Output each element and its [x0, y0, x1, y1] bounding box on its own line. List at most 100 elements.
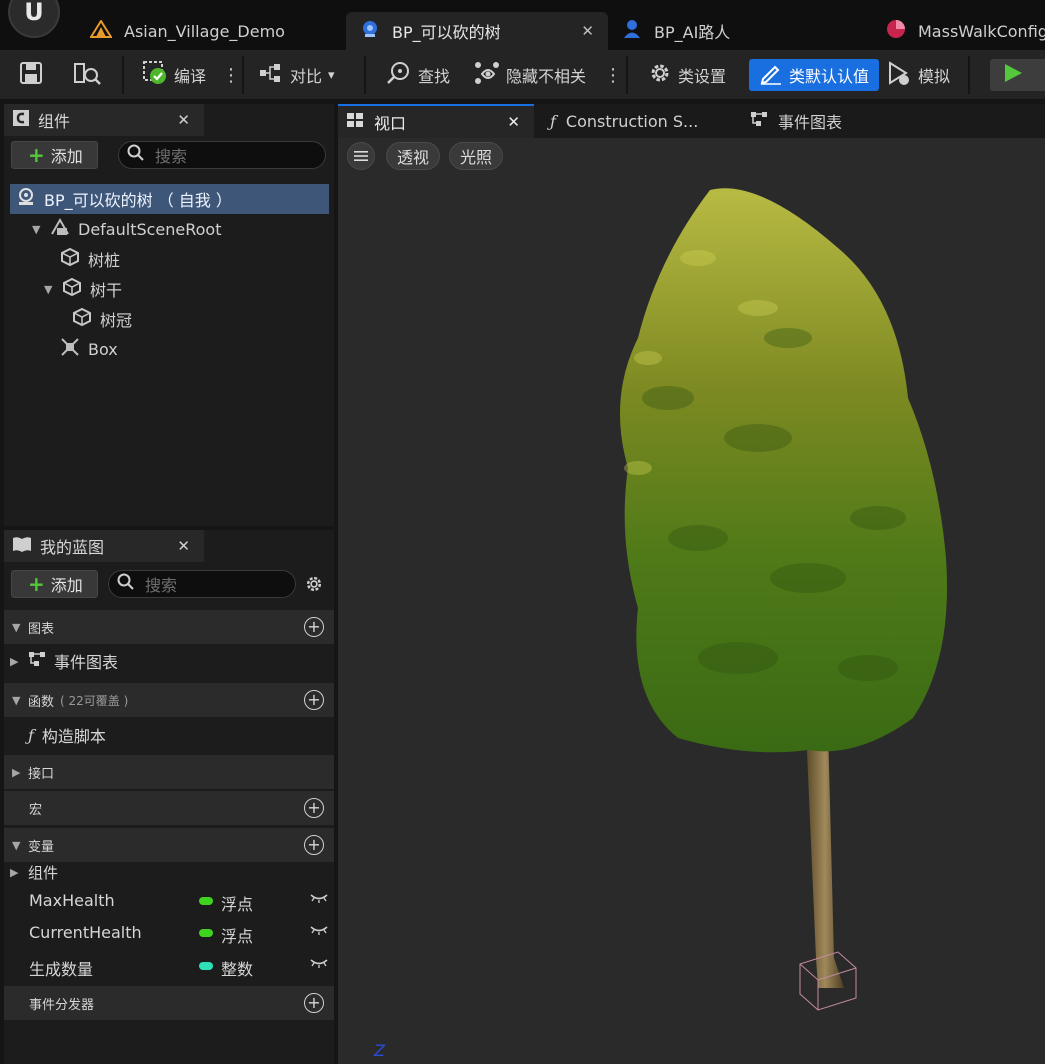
close-icon[interactable]: ✕ [507, 113, 520, 131]
tree-item-trunk[interactable]: ▼ 树干 [44, 274, 122, 304]
unreal-logo-icon[interactable]: U [8, 0, 60, 38]
hide-unrelated-button[interactable]: 隐藏不相关 [474, 59, 586, 91]
character-blueprint-icon [622, 19, 642, 43]
toolbar-separator [626, 56, 628, 94]
toolbar-separator [242, 56, 244, 94]
simulate-button[interactable]: 模拟 [886, 59, 950, 91]
gear-icon [648, 61, 672, 89]
tree-trunk [806, 728, 844, 988]
section-event-dispatchers[interactable]: 事件分发器 + [4, 986, 334, 1020]
compile-button[interactable]: 编译 [142, 59, 206, 91]
browse-button[interactable] [72, 59, 102, 91]
my-blueprint-search-input[interactable]: 搜索 [108, 570, 296, 598]
viewport[interactable]: 透视 光照 Z [338, 138, 1045, 1064]
tree-item-default-scene-root[interactable]: ▼ DefaultSceneRoot [32, 214, 222, 244]
item-label: 构造脚本 [41, 727, 106, 746]
visibility-closed-eye-icon[interactable] [310, 957, 328, 972]
collapse-arrow-icon: ▼ [12, 693, 21, 707]
section-label: 变量 [28, 839, 55, 855]
tree-item-box[interactable]: Box [60, 334, 118, 364]
float-type-pill-icon [199, 897, 213, 905]
box-collision-icon [60, 337, 80, 361]
tab-construction-script[interactable]: ƒ Construction S... [542, 104, 742, 138]
panel-title: 我的蓝图 [40, 538, 105, 557]
visibility-closed-eye-icon[interactable] [310, 924, 328, 939]
list-item-event-graph[interactable]: ▶ 事件图表 [4, 646, 334, 676]
save-button[interactable] [18, 59, 44, 91]
visibility-closed-eye-icon[interactable] [310, 892, 328, 907]
list-item-construction-script[interactable]: ƒ 构造脚本 [4, 720, 334, 750]
section-macros[interactable]: 宏 + [4, 791, 334, 825]
tab-mass-walk-config[interactable]: MassWalkConfig [872, 12, 1045, 50]
tree-item-label: Box [88, 339, 118, 359]
simulate-icon [886, 60, 912, 90]
tab-bp-tree[interactable]: BP_可以砍的树 ✕ [346, 12, 608, 50]
compile-options-icon[interactable]: ⋮ [222, 59, 240, 91]
tab-event-graph[interactable]: 事件图表 [742, 104, 902, 138]
item-label: 组件 [28, 863, 59, 882]
section-variables[interactable]: ▼ 变量 + [4, 828, 334, 862]
blueprint-icon [360, 19, 380, 43]
find-button[interactable]: 查找 [386, 59, 450, 91]
section-interfaces[interactable]: ▶ 接口 [4, 755, 334, 789]
variable-type: 浮点 [221, 927, 254, 946]
find-icon [386, 60, 412, 90]
class-defaults-button[interactable]: 类默认认值 [749, 59, 880, 91]
section-label: 函数 [28, 694, 55, 710]
variable-group-components[interactable]: ▶ 组件 [4, 859, 334, 885]
add-macro-icon[interactable]: + [304, 798, 324, 818]
float-type-pill-icon [199, 929, 213, 937]
class-settings-button[interactable]: 类设置 [648, 59, 726, 91]
components-search-input[interactable]: 搜索 [118, 141, 326, 169]
scene-component-icon [50, 217, 70, 241]
variable-row[interactable]: CurrentHealth 浮点 [4, 918, 334, 948]
components-panel-tab[interactable]: 组件 ✕ [4, 104, 204, 136]
variable-name: CurrentHealth [29, 923, 142, 942]
tree-item-stump[interactable]: 树桩 [60, 244, 120, 274]
static-mesh-icon [62, 277, 82, 301]
tab-label: BP_AI路人 [654, 23, 731, 42]
section-label: 接口 [28, 766, 55, 782]
viewport-grid-icon [346, 112, 364, 132]
add-member-button[interactable]: + 添加 [11, 570, 98, 598]
add-event-dispatcher-icon[interactable]: + [304, 993, 324, 1013]
section-label: 图表 [28, 621, 55, 637]
tree-item-self[interactable]: BP_可以砍的树 （ 自我 ） [10, 184, 329, 214]
tree-item-label: 树冠 [100, 311, 133, 330]
play-button[interactable] [990, 59, 1045, 91]
find-options-icon[interactable]: ⋮ [604, 59, 622, 91]
variable-row[interactable]: MaxHealth 浮点 [4, 886, 334, 916]
tab-label: MassWalkConfig [918, 21, 1045, 41]
add-component-button[interactable]: + 添加 [11, 141, 98, 169]
add-function-icon[interactable]: + [304, 690, 324, 710]
tab-asian-village-demo[interactable]: Asian_Village_Demo [76, 12, 338, 50]
my-blueprint-panel-tab[interactable]: 我的蓝图 ✕ [4, 530, 204, 562]
editor-tab-bar: 视口 ✕ ƒ Construction S... 事件图表 [338, 104, 1045, 138]
expand-arrow-icon: ▼ [44, 282, 53, 296]
z-axis-indicator: Z [374, 1041, 385, 1060]
tab-label: Construction S... [565, 111, 699, 131]
tree-item-label: 树桩 [88, 251, 121, 270]
diff-label: 对比 [290, 67, 323, 86]
close-icon[interactable]: ✕ [177, 537, 190, 555]
level-icon [89, 19, 113, 42]
section-functions[interactable]: ▼ 函数 ( 22可覆盖 ) + [4, 683, 334, 717]
tab-bp-ai-npc[interactable]: BP_AI路人 [608, 12, 870, 50]
section-graphs[interactable]: ▼ 图表 + [4, 610, 334, 644]
add-variable-icon[interactable]: + [304, 835, 324, 855]
add-graph-icon[interactable]: + [304, 617, 324, 637]
tree-item-canopy[interactable]: 树冠 [72, 304, 132, 334]
variable-row[interactable]: 生成数量 整数 [4, 951, 334, 981]
browse-icon [72, 60, 102, 90]
diff-button[interactable]: 对比 ▾ [258, 59, 335, 91]
add-label: 添加 [50, 147, 83, 166]
toolbar-separator [122, 56, 124, 94]
gear-icon[interactable] [304, 574, 324, 598]
expand-arrow-icon: ▶ [10, 654, 19, 668]
tab-viewport[interactable]: 视口 ✕ [338, 104, 534, 138]
components-panel: 组件 ✕ + 添加 搜索 BP_可以砍的树 （ 自我 ） ▼ DefaultSc… [4, 104, 334, 526]
chevron-down-icon: ▾ [328, 67, 335, 83]
blueprint-toolbar: 编译 ⋮ 对比 ▾ 查找 隐藏不相关 ⋮ 类设置 类默认认值 模拟 [0, 50, 1045, 100]
close-icon[interactable]: ✕ [177, 111, 190, 129]
close-icon[interactable]: ✕ [581, 22, 594, 40]
